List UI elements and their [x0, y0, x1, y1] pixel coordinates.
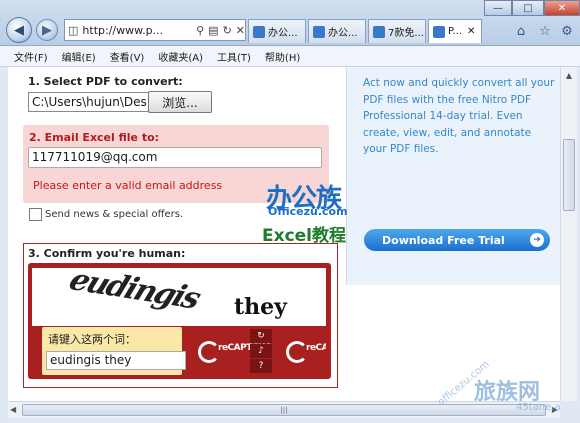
site-watermark: officezu.com 旅族网 45tane.a	[432, 359, 580, 423]
menu-tools[interactable]: 工具(T)	[217, 49, 251, 64]
captcha-input[interactable]: eudingis they	[46, 351, 186, 370]
browser-toolbar: ◀ ▶ ◫ http://www.p... ⚲ ▤ ↻ ✕ 办公... 办公..…	[0, 0, 580, 46]
select-pdf-label: 1. Select PDF to convert:	[28, 75, 183, 88]
menu-favorites[interactable]: 收藏夹(A)	[158, 49, 203, 64]
home-icon[interactable]: ⌂	[512, 22, 530, 40]
captcha-word-2: they	[234, 294, 287, 320]
captcha-word-1: eudingis	[64, 262, 204, 317]
refresh-icon[interactable]: ↻	[223, 24, 232, 37]
minimize-button[interactable]: —	[484, 0, 512, 16]
captcha-section: 3. Confirm you're human: eudingis they 请…	[23, 243, 338, 388]
tab-label: 7款免...	[388, 28, 424, 39]
tab-1[interactable]: 办公...	[248, 19, 306, 43]
captcha-instruction: 请键入这两个词：	[48, 333, 136, 346]
news-checkbox-label: Send news & special offers.	[45, 209, 184, 220]
captcha-controls: ↻ ♪ ?	[250, 329, 272, 373]
file-path-input[interactable]: C:\Users\hujun\Des	[28, 92, 149, 112]
recaptcha-arrow-icon	[286, 341, 308, 363]
tab-favicon	[253, 25, 265, 38]
gear-icon[interactable]: ⚙	[558, 22, 576, 40]
menu-help[interactable]: 帮助(H)	[265, 49, 300, 64]
tab-2[interactable]: 办公...	[308, 19, 366, 43]
tab-label: P...	[448, 26, 463, 37]
menu-view[interactable]: 查看(V)	[110, 49, 145, 64]
vertical-scrollbar[interactable]: ▲	[560, 67, 577, 401]
arrow-right-icon: ➜	[530, 233, 544, 247]
maximize-button[interactable]: □	[512, 0, 544, 16]
tab-3[interactable]: 7款免...	[368, 19, 426, 43]
tab-4-active[interactable]: P... ✕	[428, 19, 482, 43]
menu-bar: 文件(F) 编辑(E) 查看(V) 收藏夹(A) 工具(T) 帮助(H)	[0, 46, 580, 67]
promo-text: Act now and quickly convert all your PDF…	[363, 77, 555, 155]
address-text: http://www.p...	[82, 23, 164, 37]
help-captcha-icon[interactable]: ?	[250, 359, 272, 373]
back-button[interactable]: ◀	[6, 17, 32, 43]
scroll-up-icon[interactable]: ▲	[561, 67, 577, 83]
audio-captcha-icon[interactable]: ♪	[250, 344, 272, 358]
tab-favicon	[433, 25, 445, 38]
stop-icon[interactable]: ✕	[236, 24, 245, 37]
email-label: 2. Email Excel file to:	[29, 131, 160, 144]
compat-icon[interactable]: ▤	[208, 24, 218, 37]
recaptcha-widget: eudingis they 请键入这两个词： eudingis they reC…	[28, 263, 331, 379]
captcha-input-area: 请键入这两个词： eudingis they	[42, 327, 186, 375]
menu-file[interactable]: 文件(F)	[14, 49, 48, 64]
favorites-star-icon[interactable]: ☆	[536, 22, 554, 40]
watermark-site: 45tane.a	[516, 402, 561, 413]
email-error-message: Please enter a valid email address	[33, 179, 223, 192]
address-bar[interactable]: ◫ http://www.p... ⚲ ▤ ↻ ✕	[64, 19, 246, 41]
tab-label: 办公...	[328, 28, 358, 39]
officezu-site: Officezu.com	[268, 205, 348, 218]
recaptcha-logo-2: reCAPTCHA	[284, 329, 326, 373]
menu-edit[interactable]: 编辑(E)	[62, 49, 96, 64]
close-button[interactable]: ✕	[544, 0, 580, 16]
captcha-image: eudingis they	[32, 263, 326, 326]
tab-close-icon[interactable]: ✕	[467, 26, 475, 37]
download-trial-button[interactable]: Download Free Trial ➜	[364, 229, 550, 251]
tab-favicon	[373, 25, 385, 38]
recaptcha-arrow-icon	[198, 341, 220, 363]
news-checkbox[interactable]	[29, 208, 42, 221]
scroll-left-icon[interactable]: ◀	[10, 405, 16, 414]
vertical-scroll-thumb[interactable]	[563, 139, 575, 211]
search-icon[interactable]: ⚲	[196, 24, 204, 37]
refresh-captcha-icon[interactable]: ↻	[250, 329, 272, 343]
tab-label: 办公...	[268, 28, 298, 39]
browse-button[interactable]: 浏览...	[148, 91, 212, 113]
download-trial-label: Download Free Trial	[382, 233, 505, 247]
forward-button[interactable]: ▶	[36, 19, 58, 41]
recaptcha-brand-text: reCAPTCHA	[306, 343, 326, 353]
excel-tutorial-logo: Excel教程	[262, 226, 347, 246]
confirm-label: 3. Confirm you're human:	[28, 247, 186, 260]
page-content: 1. Select PDF to convert: C:\Users\hujun…	[8, 67, 560, 401]
tab-favicon	[313, 25, 325, 38]
page-icon: ◫	[68, 23, 79, 37]
recaptcha-logo: reCAPTCHA	[196, 329, 272, 373]
email-input[interactable]: 117711019@qq.com	[28, 147, 322, 168]
promo-sidebar: Act now and quickly convert all your PDF…	[346, 67, 560, 285]
